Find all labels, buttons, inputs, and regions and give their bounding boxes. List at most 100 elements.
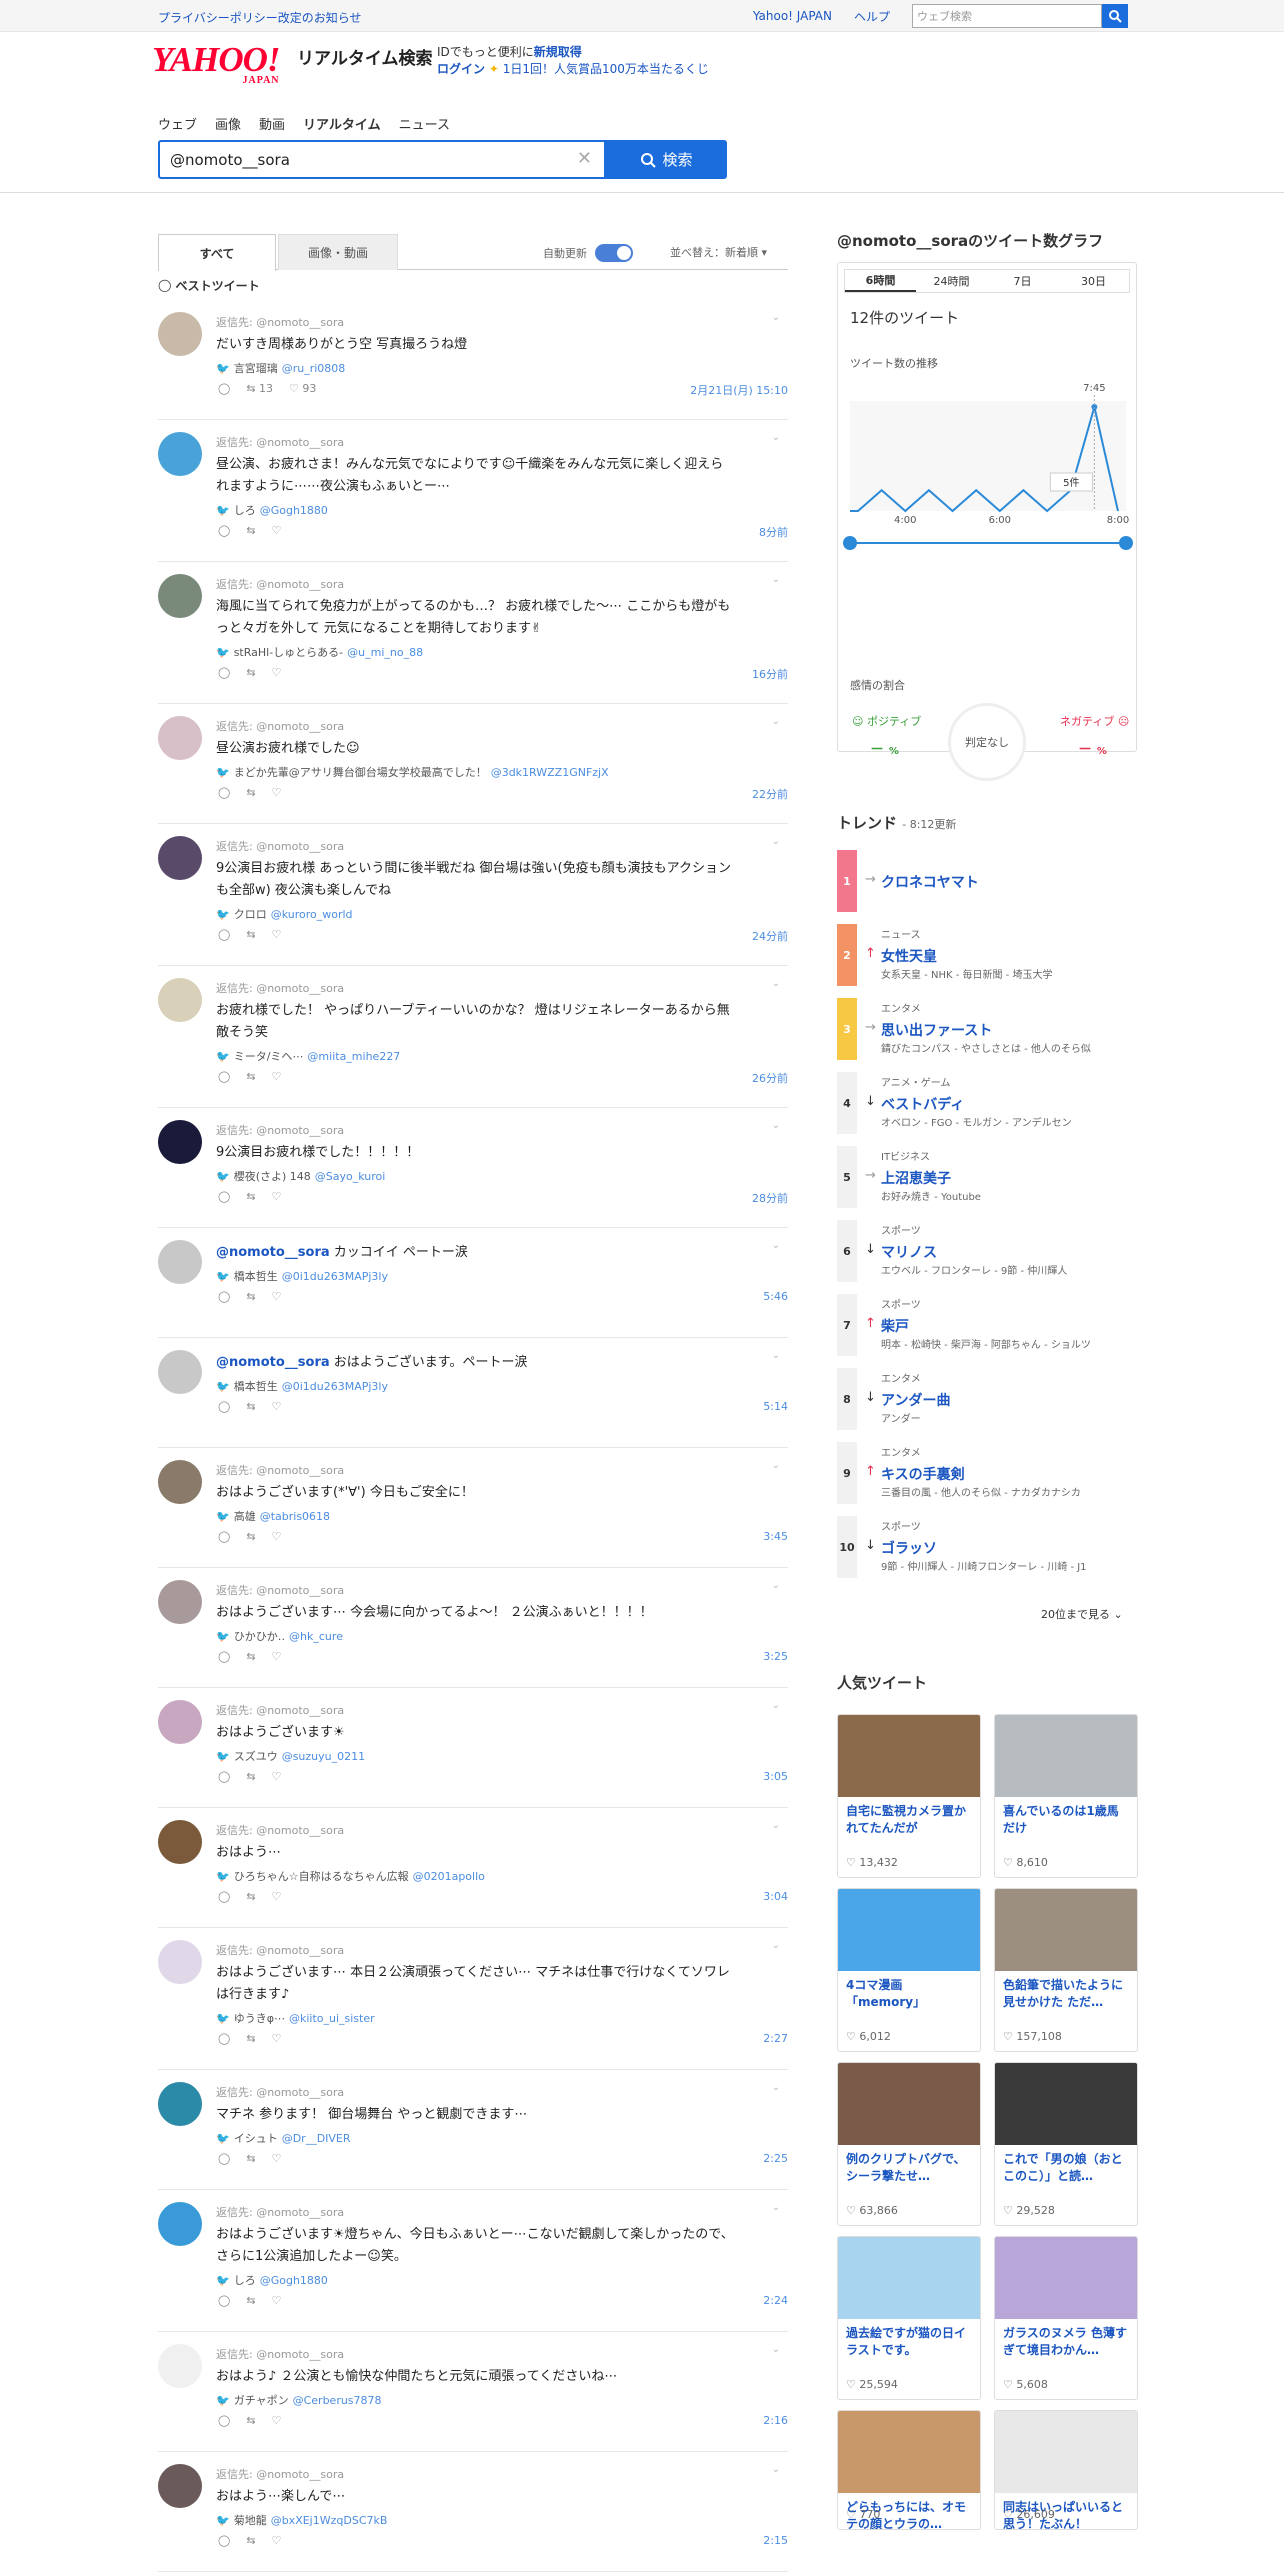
trend-item[interactable]: 9 エンタメ ↑ キスの手裏剣 三番目の風 - 他人のそら似 - ナカダカナシカ	[837, 1442, 1137, 1504]
popular-tweet-card[interactable]: 同志はいっぱいいると思う！たぶん！ ♡ 26,609	[994, 2410, 1138, 2530]
reply-icon[interactable]: ◯	[218, 786, 230, 799]
trend-item[interactable]: 6 スポーツ ↓ マリノス エウベル - フロンターレ - 9節 - 仲川輝人	[837, 1220, 1137, 1282]
avatar[interactable]	[158, 978, 202, 1022]
retweet-icon[interactable]: ⇆	[246, 1290, 255, 1303]
reply-icon[interactable]: ◯	[218, 1400, 230, 1413]
tweet-item[interactable]: 返信先: @nomoto__sora ⌄ おはようございます☀ 🐦 スズユウ @suzuy…	[158, 1688, 788, 1808]
tab-media[interactable]: 画像・動画	[278, 234, 398, 270]
like-icon[interactable]: ♡	[272, 524, 282, 537]
tweet-time[interactable]: 2:15	[763, 2534, 788, 2547]
avatar[interactable]	[158, 836, 202, 880]
privacy-notice-link[interactable]: プライバシーポリシー改定のお知らせ	[158, 9, 362, 26]
trend-keyword[interactable]: 思い出ファースト	[881, 1020, 992, 1040]
reply-icon[interactable]: ◯	[218, 1650, 230, 1663]
tweet-source[interactable]: 🐦 スズユウ @suzuyu_0211	[216, 1748, 365, 1764]
popular-tweet-card[interactable]: ガラスのヌメラ 色薄すぎて境目わかん… ♡ 5,608	[994, 2236, 1138, 2400]
like-icon[interactable]: ♡	[272, 1190, 282, 1203]
chevron-down-icon[interactable]: ⌄	[772, 836, 780, 847]
avatar[interactable]	[158, 1350, 202, 1394]
tweet-item[interactable]: 返信先: @nomoto__sora ⌄ おはよう♪ ２公演とも愉快な仲間たちと元気…	[158, 2332, 788, 2452]
retweet-icon[interactable]: ⇆ 13	[246, 382, 273, 395]
reply-icon[interactable]: ◯	[218, 2032, 230, 2045]
reply-icon[interactable]: ◯	[218, 1070, 230, 1083]
tweet-time[interactable]: 2:25	[763, 2152, 788, 2165]
chevron-down-icon[interactable]: ⌄	[772, 312, 780, 323]
avatar[interactable]	[158, 1700, 202, 1744]
tweet-item[interactable]: 返信先: @nomoto__sora ⌄ 9公演目お疲れ様 あっという間に後半戦だね…	[158, 824, 788, 966]
like-icon[interactable]: ♡	[272, 928, 282, 941]
tweet-time[interactable]: 3:45	[763, 1530, 788, 1543]
tweet-source[interactable]: 🐦 しろ @Gogh1880	[216, 2272, 328, 2288]
chevron-down-icon[interactable]: ⌄	[772, 1460, 780, 1471]
trend-keyword[interactable]: ゴラッソ	[881, 1538, 937, 1558]
chevron-down-icon[interactable]: ⌄	[772, 1350, 780, 1361]
tweet-item[interactable]: 返信先: @nomoto__sora ⌄ 9公演目お疲れ様でした！！！！！ 🐦 櫻夜(さ…	[158, 1108, 788, 1228]
chevron-down-icon[interactable]: ⌄	[772, 978, 780, 989]
retweet-icon[interactable]: ⇆	[246, 1650, 255, 1663]
chevron-down-icon[interactable]: ⌄	[772, 1240, 780, 1251]
avatar[interactable]	[158, 2464, 202, 2508]
mention-link[interactable]: @nomoto__sora	[216, 1245, 330, 1260]
chevron-down-icon[interactable]: ⌄	[772, 1820, 780, 1831]
chevron-down-icon[interactable]: ⌄	[772, 1120, 780, 1131]
like-icon[interactable]: ♡	[272, 666, 282, 679]
range-slider-handle-end[interactable]	[1119, 536, 1133, 550]
trend-item[interactable]: 10 スポーツ ↓ ゴラッソ 9節 - 仲川輝人 - 川崎フロンターレ - 川崎 - J…	[837, 1516, 1137, 1578]
avatar[interactable]	[158, 1120, 202, 1164]
trend-item[interactable]: 2 ニュース ↑ 女性天皇 女系天皇 - NHK - 毎日新聞 - 埼玉大学	[837, 924, 1137, 986]
popular-tweet-card[interactable]: 例のクリプトバグで、シーラ撃たせ… ♡ 63,866	[837, 2062, 981, 2226]
popular-tweet-card[interactable]: 自宅に監視カメラ置かれてたんだが ♡ 13,432	[837, 1714, 981, 1878]
trend-keyword[interactable]: ベストバディ	[881, 1094, 964, 1114]
tweet-item[interactable]: ⌄ @nomoto__sora おはようございます。ペートー涙 🐦 橋本哲生 @0i1d…	[158, 1338, 788, 1448]
tweet-source[interactable]: 🐦 ガチャポン @Cerberus7878	[216, 2392, 382, 2408]
like-icon[interactable]: ♡	[272, 1650, 282, 1663]
mention-link[interactable]: @nomoto__sora	[216, 1355, 330, 1370]
clear-icon[interactable]: ✕	[577, 148, 592, 169]
tweet-source[interactable]: 🐦 ミータ/ミヘ⋯ @miita_mihe227	[216, 1048, 400, 1064]
tweet-time[interactable]: 3:05	[763, 1770, 788, 1783]
tweet-item[interactable]: 返信先: @nomoto__sora ⌄ マチネ 参ります！ 御台場舞台 やっと観劇…	[158, 2070, 788, 2190]
like-icon[interactable]: ♡	[272, 1290, 282, 1303]
like-icon[interactable]: ♡	[272, 2294, 282, 2307]
retweet-icon[interactable]: ⇆	[246, 928, 255, 941]
tweet-time[interactable]: 2:24	[763, 2294, 788, 2307]
yahoo-logo[interactable]: YAHOO! JAPAN	[152, 42, 281, 86]
chevron-down-icon[interactable]: ⌄	[772, 716, 780, 727]
trend-keyword[interactable]: 上沼恵美子	[881, 1168, 951, 1188]
tweet-source[interactable]: 🐦 ゆうきφ⋯ @kiito_ui_sister	[216, 2010, 375, 2026]
graph-tab-7d[interactable]: 7日	[987, 270, 1058, 292]
chevron-down-icon[interactable]: ⌄	[772, 2344, 780, 2355]
popular-tweet-card[interactable]: 4コマ漫画「memory」 ♡ 6,012	[837, 1888, 981, 2052]
login-link[interactable]: ログイン	[437, 62, 485, 76]
tweet-source[interactable]: 🐦 橋本哲生 @0i1du263MAPj3ly	[216, 1378, 388, 1394]
popular-tweet-card[interactable]: 色鉛筆で描いたように見せかけた ただ… ♡ 157,108	[994, 1888, 1138, 2052]
retweet-icon[interactable]: ⇆	[246, 2152, 255, 2165]
avatar[interactable]	[158, 1240, 202, 1284]
avatar[interactable]	[158, 432, 202, 476]
trend-item[interactable]: 4 アニメ・ゲーム ↓ ベストバディ オベロン - FGO - モルガン - アンデルセ…	[837, 1072, 1137, 1134]
nav-tab-news[interactable]: ニュース	[399, 114, 450, 133]
chevron-down-icon[interactable]: ⌄	[772, 432, 780, 443]
nav-tab-web[interactable]: ウェブ	[158, 114, 197, 133]
sort-select[interactable]: 並べ替え：新着順 ▾	[670, 244, 767, 260]
service-title[interactable]: リアルタイム検索	[297, 44, 433, 69]
like-icon[interactable]: ♡	[272, 1400, 282, 1413]
like-icon[interactable]: ♡	[272, 786, 282, 799]
tweet-time[interactable]: 24分前	[752, 928, 788, 944]
trend-keyword[interactable]: キスの手裏剣	[881, 1464, 965, 1484]
register-link[interactable]: 新規取得	[534, 45, 582, 59]
tweet-item[interactable]: 返信先: @nomoto__sora ⌄ 昼公演お疲れ様でした☺ 🐦 まどか先輩@アサリ…	[158, 704, 788, 824]
tweet-time[interactable]: 2月21日(月) 15:10	[690, 382, 788, 398]
tweet-item[interactable]: 返信先: @nomoto__sora ⌄ おはようございます⋯ 本日２公演頑張ってく…	[158, 1928, 788, 2070]
avatar[interactable]	[158, 1460, 202, 1504]
nav-tab-realtime[interactable]: リアルタイム	[303, 114, 381, 133]
reply-icon[interactable]: ◯	[218, 2294, 230, 2307]
tab-all[interactable]: すべて	[158, 234, 276, 271]
retweet-icon[interactable]: ⇆	[246, 1070, 255, 1083]
retweet-icon[interactable]: ⇆	[246, 1400, 255, 1413]
more-trends-link[interactable]: 20位まで見る ⌄	[1041, 1606, 1123, 1622]
reply-icon[interactable]: ◯	[218, 1890, 230, 1903]
tweet-source[interactable]: 🐦 イシュト @Dr__DIVER	[216, 2130, 351, 2146]
retweet-icon[interactable]: ⇆	[246, 1770, 255, 1783]
search-input[interactable]: @nomoto__sora ✕	[158, 140, 606, 179]
